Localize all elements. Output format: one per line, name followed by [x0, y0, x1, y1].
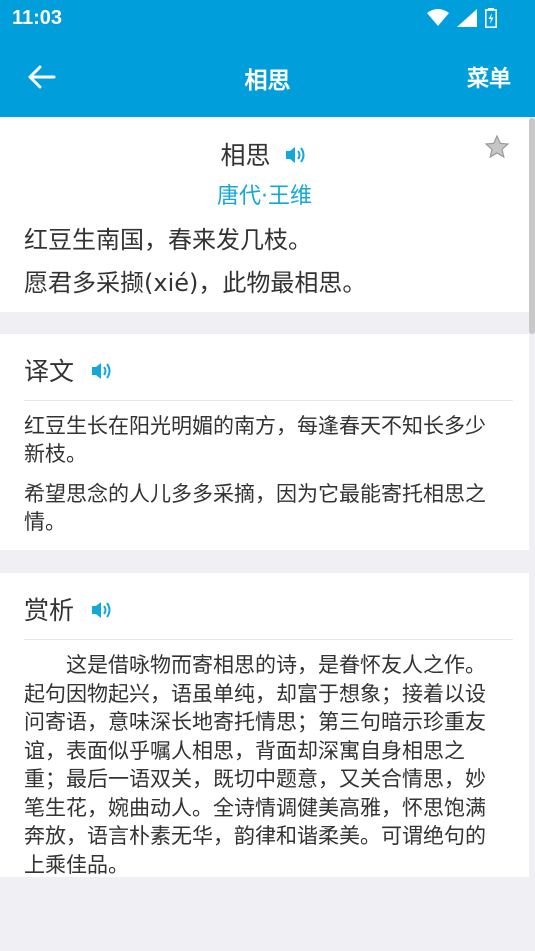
translation-card: 译文 红豆生长在阳光明媚的南方，每逢春天不知长多少新枝。 希望思念的人儿多多采摘…: [0, 334, 529, 550]
status-icons: [427, 8, 497, 28]
appreciation-speaker-button[interactable]: [90, 598, 114, 627]
speaker-icon: [91, 362, 111, 379]
menu-button[interactable]: 菜单: [467, 61, 511, 93]
signal-icon: [457, 9, 477, 27]
poem-title: 相思: [220, 141, 271, 170]
poem-line-1: 红豆生南国，春来发几枝。: [24, 226, 312, 254]
translation-paragraph-2: 希望思念的人儿多多采摘，因为它最能寄托相思之情。: [24, 482, 486, 534]
translation-paragraph-1: 红豆生长在阳光明媚的南方，每逢春天不知长多少新枝。: [24, 414, 486, 466]
poem-author[interactable]: 唐代·王维: [0, 178, 529, 210]
translation-heading-row: 译文: [24, 352, 114, 388]
speaker-icon: [91, 601, 111, 618]
status-time: 11:03: [12, 7, 63, 29]
appreciation-text: 这是借咏物而寄相思的诗，是眷怀友人之作。起句因物起兴，语虽单纯，却富于想象；接着…: [24, 653, 486, 877]
wifi-icon: [427, 9, 449, 26]
star-icon: [484, 134, 510, 159]
poem-line-2: 愿君多采撷(xié)，此物最相思。: [24, 269, 367, 297]
status-bar: 11:03: [0, 0, 535, 37]
poem-title-row: 相思: [0, 136, 529, 172]
poem-card: 相思 唐代·王维 红豆生南国，春来发几枝。 愿君多采撷(xié)，此物最相思。: [0, 118, 529, 312]
divider: [24, 639, 513, 640]
page-title: 相思: [244, 68, 291, 94]
appreciation-heading: 赏析: [24, 596, 75, 625]
speaker-icon: [286, 146, 305, 163]
poem-speaker-button[interactable]: [284, 143, 308, 172]
divider: [24, 400, 513, 401]
translation-speaker-button[interactable]: [90, 359, 114, 388]
appreciation-card: 赏析 这是借咏物而寄相思的诗，是眷怀友人之作。起句因物起兴，语虽单纯，却富于想象…: [0, 573, 529, 877]
scrollbar[interactable]: [529, 118, 535, 334]
app-bar: 相思 菜单: [0, 37, 535, 117]
appreciation-heading-row: 赏析: [24, 591, 114, 627]
battery-icon: [485, 8, 497, 28]
translation-heading: 译文: [24, 357, 75, 386]
favorite-button[interactable]: [484, 134, 510, 164]
